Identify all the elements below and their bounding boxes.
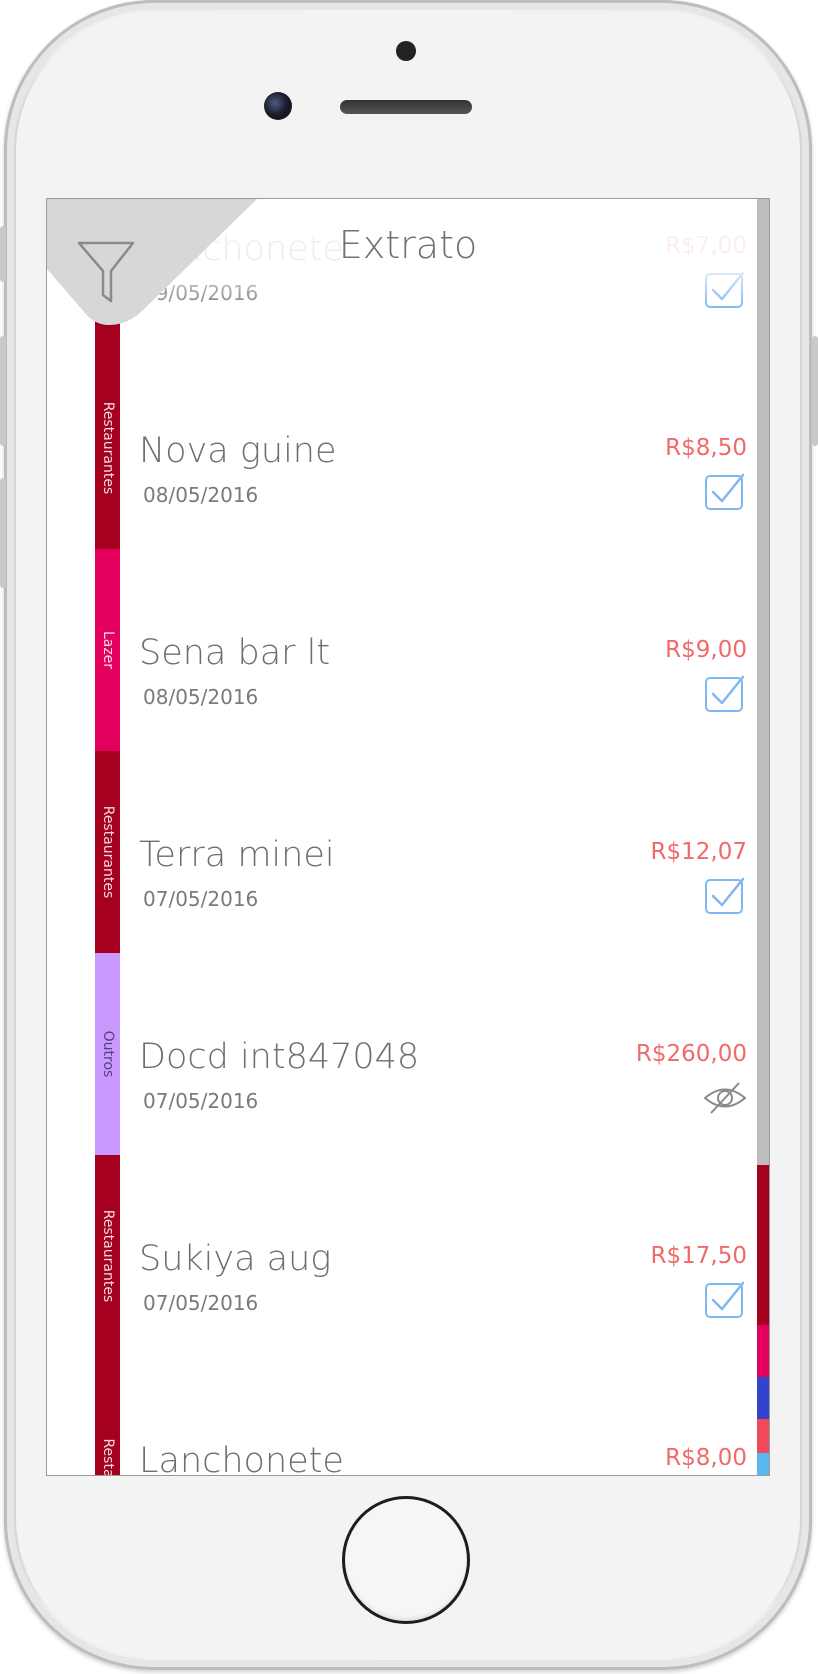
category-strip: Restaurantes xyxy=(95,1155,120,1357)
category-label: Outros xyxy=(99,1030,116,1078)
category-strip: Outros xyxy=(95,953,120,1155)
transaction-name: Terra minei xyxy=(139,835,335,875)
scrollbar-segment-lazer xyxy=(757,1325,769,1377)
category-label: Restaurantes xyxy=(99,401,116,495)
transaction-name: Sena bar lt xyxy=(139,633,331,673)
transaction-amount: R$8,00 xyxy=(665,1445,747,1471)
scrollbar-segment-lightblue xyxy=(757,1453,769,1475)
check-icon[interactable] xyxy=(703,1279,747,1321)
scrollbar-segment-red xyxy=(757,1419,769,1453)
mute-switch xyxy=(0,226,6,282)
filter-button[interactable] xyxy=(47,199,257,339)
transaction-amount: R$260,00 xyxy=(635,1041,747,1067)
category-strip: Restaurantes xyxy=(95,751,120,953)
transaction-row[interactable]: Restaurantes Sukiya aug 07/05/2016 R$17,50 xyxy=(47,1155,747,1357)
category-label: Lazer xyxy=(99,630,116,670)
transaction-name: Docd int847048 xyxy=(139,1037,420,1077)
category-scrollbar[interactable] xyxy=(757,199,769,1475)
eye-off-icon[interactable] xyxy=(703,1077,747,1119)
transaction-list[interactable]: Lanchonete09/05/2016R$7,00RestaurantesNo… xyxy=(47,199,769,1475)
power-button xyxy=(812,336,818,446)
scrollbar-segment-restaurantes xyxy=(757,1165,769,1325)
volume-up-button xyxy=(0,336,6,446)
category-strip: Lazer xyxy=(95,549,120,751)
proximity-sensor xyxy=(396,41,416,61)
transaction-date: 08/05/2016 xyxy=(143,483,259,507)
category-label: Restaurantes xyxy=(99,1209,116,1303)
transaction-row[interactable]: Restaurantes Nova guine 08/05/2016 R$8,50 xyxy=(47,347,747,549)
category-strip: Restaurantes xyxy=(95,347,120,549)
transaction-date: 07/05/2016 xyxy=(143,1291,259,1315)
transaction-row[interactable]: Restaurantes Terra minei 07/05/2016 R$12,07 xyxy=(47,751,747,953)
volume-down-button xyxy=(0,478,6,588)
check-icon[interactable] xyxy=(703,471,747,513)
category-label: Restaurantes xyxy=(99,805,116,899)
transaction-date: 07/05/2016 xyxy=(143,887,259,911)
home-button[interactable] xyxy=(342,1496,470,1624)
transaction-row[interactable]: Resta Lanchonete R$8,00 xyxy=(47,1357,747,1476)
transaction-amount: R$9,00 xyxy=(665,637,747,663)
transaction-date: 07/05/2016 xyxy=(143,1089,259,1113)
transaction-amount: R$8,50 xyxy=(665,435,747,461)
transaction-row[interactable]: Lazer Sena bar lt 08/05/2016 R$9,00 xyxy=(47,549,747,751)
transaction-amount: R$17,50 xyxy=(650,1243,747,1269)
transaction-row[interactable]: Outros Docd int847048 07/05/2016 R$260,00 xyxy=(47,953,747,1155)
scrollbar-segment-blue xyxy=(757,1377,769,1419)
front-camera xyxy=(264,92,292,120)
earpiece-speaker xyxy=(340,100,472,114)
check-icon[interactable] xyxy=(703,875,747,917)
category-label: Resta xyxy=(99,1438,116,1476)
category-strip: Resta xyxy=(95,1357,120,1476)
transaction-name: Sukiya aug xyxy=(139,1239,332,1279)
transaction-date: 08/05/2016 xyxy=(143,685,259,709)
transaction-name: Nova guine xyxy=(139,431,337,471)
transaction-name: Lanchonete xyxy=(139,1441,344,1476)
app-screen: Lanchonete09/05/2016R$7,00RestaurantesNo… xyxy=(46,198,770,1476)
transaction-amount: R$12,07 xyxy=(650,839,747,865)
check-icon[interactable] xyxy=(703,673,747,715)
